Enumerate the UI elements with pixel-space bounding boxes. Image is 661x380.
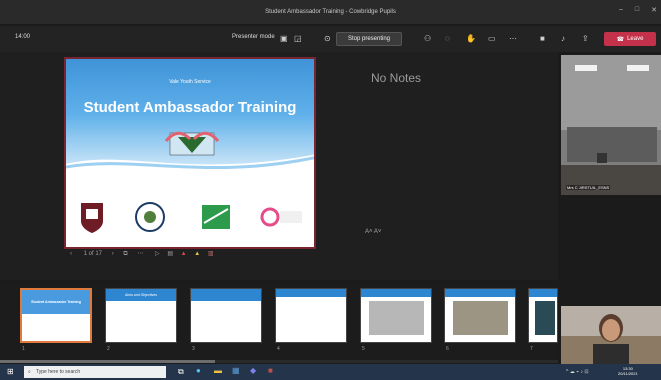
thumbnail-header: [529, 289, 557, 297]
start-icon[interactable]: ⊞: [7, 368, 14, 376]
more-options-icon[interactable]: ⋯: [509, 35, 517, 43]
presenter-mode-label[interactable]: Presenter mode: [232, 34, 275, 40]
laser-pointer-icon[interactable]: ▷: [155, 251, 160, 257]
thumbnail-number: 3: [192, 346, 195, 352]
search-icon: ⌕: [28, 369, 31, 375]
window-title: Student Ambassador Training - Cowbridge …: [265, 9, 396, 15]
camera-icon[interactable]: ■: [540, 35, 545, 43]
more-icon[interactable]: ⋯: [137, 251, 143, 257]
title-bar: Student Ambassador Training - Cowbridge …: [0, 0, 661, 24]
task-view-icon[interactable]: ⧉: [178, 368, 184, 376]
file-explorer-icon[interactable]: ▬: [214, 367, 222, 375]
thumbnail-number: 7: [530, 346, 533, 352]
layout-icon[interactable]: ▣: [280, 35, 288, 43]
logo-green-icon: [202, 205, 230, 229]
red-pen-icon[interactable]: ▲: [181, 251, 187, 257]
thumbnail-number: 5: [362, 346, 365, 352]
self-video[interactable]: [561, 306, 661, 364]
pointer-icon[interactable]: ⊙: [324, 35, 331, 43]
thumbnail-scrollbar[interactable]: [0, 360, 558, 363]
search-placeholder: Type here to search: [36, 369, 81, 375]
chat-icon[interactable]: ◌: [445, 35, 450, 43]
font-size-controls[interactable]: A˄ A˅: [365, 229, 381, 235]
slide-thumbnail[interactable]: [190, 288, 262, 343]
app-icon[interactable]: ■: [268, 367, 273, 375]
share-icon[interactable]: ⇪: [582, 35, 589, 43]
slide-thumbnail[interactable]: Student Ambassador Training: [20, 288, 92, 343]
leave-label: Leave: [627, 36, 644, 42]
slide-controls: ‹ 1 of 17 › ⧉ ⋯ ▷ ▤ ▲ ▲ ▥: [70, 250, 214, 258]
thumbnail-header: [445, 289, 515, 297]
thumbnail-photo: [369, 301, 424, 335]
clock[interactable]: 13:30 20/11/2021: [618, 366, 638, 376]
thumbnail-header: [191, 289, 261, 301]
thumbnail-number: 2: [107, 346, 110, 352]
grid-view-icon[interactable]: ⧉: [123, 251, 127, 257]
eraser-icon[interactable]: ▤: [167, 251, 173, 257]
slide-counter: 1 of 17: [83, 251, 103, 257]
slide-thumbnail[interactable]: [444, 288, 516, 343]
close-icon[interactable]: ✕: [651, 6, 657, 14]
slide-thumbnail[interactable]: Aims and Objectives: [105, 288, 177, 343]
center-emblem-icon: [164, 131, 220, 156]
layout-alt-icon[interactable]: ◲: [294, 35, 302, 43]
taskbar-search[interactable]: ⌕ Type here to search: [24, 366, 166, 378]
leave-button[interactable]: ☎ Leave: [604, 32, 656, 46]
scrollbar-thumb[interactable]: [0, 360, 215, 363]
thumbnail-number: 4: [277, 346, 280, 352]
participant-name: Mrs C JIRSTUIL_ESNS: [566, 185, 611, 190]
people-icon[interactable]: ⚇: [424, 35, 431, 43]
thumbnail-number: 6: [446, 346, 449, 352]
maximize-icon[interactable]: □: [635, 6, 639, 14]
window-controls: – □ ✕: [619, 6, 657, 14]
microphone-icon[interactable]: ♪: [561, 35, 565, 43]
thumbnail-header: [276, 289, 346, 297]
stop-presenting-button[interactable]: Stop presenting: [336, 32, 402, 46]
participant-video[interactable]: [561, 55, 661, 195]
highlighter-icon[interactable]: ▥: [208, 251, 214, 257]
video-feed-graphic: [561, 55, 661, 195]
teams-icon[interactable]: ◆: [250, 367, 256, 375]
thumbnail-photo: [453, 301, 508, 335]
rooms-icon[interactable]: ▭: [488, 35, 496, 43]
reactions-icon[interactable]: ✋: [466, 35, 476, 43]
system-tray[interactable]: ^ ☁ ⌁ ♪ ⊡: [566, 369, 589, 375]
thumbnail-photo: [535, 301, 555, 335]
slide-graphics: [66, 131, 314, 247]
slide-thumbnail[interactable]: [275, 288, 347, 343]
thumbnail-number: 1: [22, 346, 25, 352]
minimize-icon[interactable]: –: [619, 6, 623, 14]
prev-slide-icon[interactable]: ‹: [70, 251, 72, 257]
thumbnail-header: [361, 289, 431, 297]
clock-date: 20/11/2021: [618, 371, 638, 376]
current-slide: Vale Youth Service Student Ambassador Tr…: [64, 57, 316, 249]
slide-thumbnail[interactable]: [528, 288, 558, 343]
yellow-pen-icon[interactable]: ▲: [194, 251, 200, 257]
phone-icon: ☎: [616, 36, 625, 43]
store-icon[interactable]: ▦: [232, 367, 240, 375]
self-video-graphic: [561, 306, 661, 364]
thumbnail-title: Aims and Objectives: [106, 289, 176, 301]
slide-thumbnail[interactable]: [360, 288, 432, 343]
logo-youth-icon: [135, 202, 165, 232]
edge-icon[interactable]: ●: [196, 367, 201, 375]
next-slide-icon[interactable]: ›: [112, 251, 114, 257]
thumbnail-title: Student Ambassador Training: [22, 290, 90, 314]
meeting-timer: 14:00: [15, 34, 31, 40]
speaker-notes: No Notes: [371, 71, 422, 85]
